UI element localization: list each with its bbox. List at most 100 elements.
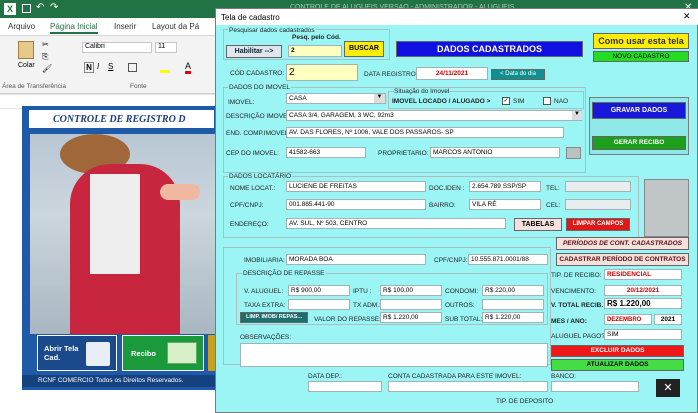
tab-arquivo[interactable]: Arquivo: [8, 22, 35, 31]
header-title: DADOS CADASTRADOS: [396, 41, 583, 57]
imovel-dropdown-icon[interactable]: ▼: [374, 94, 385, 103]
cpf-input[interactable]: 001.885.441-90: [286, 199, 426, 210]
venc-input[interactable]: 20/12/2021: [604, 285, 682, 296]
date-input[interactable]: 24/11/2021: [416, 67, 488, 80]
tipo-dep-label: TIP. DE DEPOSITO: [496, 398, 554, 405]
tables-button[interactable]: TABELAS: [514, 218, 562, 231]
new-record-button[interactable]: NOVO CADASTRO: [593, 51, 689, 62]
enable-button[interactable]: Habilitar -->: [226, 45, 282, 58]
open-form-tile[interactable]: Abrir Tela Cad.: [37, 335, 117, 371]
obs-label: OBSERVAÇÕES:: [240, 334, 292, 341]
ribbon: Colar ✂ ⎘ 🖌 Área de Transferência Calibr…: [0, 36, 215, 94]
end-label: END. COMP.IMOVEL:: [226, 130, 291, 137]
close-form-button[interactable]: ✕: [656, 379, 680, 397]
save-icon[interactable]: [22, 4, 31, 13]
search-code-input[interactable]: 2: [288, 45, 342, 57]
total-input[interactable]: R$ 1.220,00: [604, 298, 682, 309]
bold-button[interactable]: N: [84, 62, 94, 73]
update-button[interactable]: ATUALIZAR DADOS: [551, 359, 684, 371]
prop-input[interactable]: MARCOS ANTONIO: [430, 147, 560, 158]
copy-icon[interactable]: ⎘: [42, 52, 48, 62]
periodos-button[interactable]: PERÍODOS DE CONT. CADASTRADOS: [556, 237, 689, 250]
undo-icon[interactable]: ↶: [36, 2, 44, 13]
obs-textarea[interactable]: [240, 343, 548, 367]
banco-select[interactable]: [551, 381, 639, 392]
data-dep-input[interactable]: [308, 381, 382, 392]
sim-checkbox[interactable]: ✓: [502, 97, 510, 105]
taxa-extra-input[interactable]: [288, 299, 350, 310]
cel-input[interactable]: [565, 199, 631, 210]
cut-icon[interactable]: ✂: [42, 40, 49, 49]
ano-select[interactable]: 2021: [654, 314, 682, 325]
desc-select[interactable]: CASA 3/4, GARAGEM, 3 WC, 92m3: [286, 110, 582, 121]
imovel-select[interactable]: CASA: [286, 93, 386, 104]
limp-imob-button[interactable]: LIMP. IMOB/ REPAS...: [240, 312, 308, 323]
imobiliaria-input[interactable]: MORADA BOA: [286, 254, 426, 265]
font-color-icon[interactable]: A: [185, 61, 192, 74]
clipboard-group-label: Área de Transferência: [2, 83, 66, 90]
bairro-input[interactable]: VILA RÉ: [469, 199, 541, 210]
end-loc-input[interactable]: AV. SUL, Nº 503, CENTRO: [286, 218, 506, 229]
font-name-select[interactable]: Calibri: [82, 42, 152, 53]
form-card-icon: [86, 342, 110, 366]
borders-icon[interactable]: [128, 63, 137, 72]
howto-button[interactable]: Como usar esta tela: [593, 33, 689, 49]
open-form-label: Abrir Tela Cad.: [44, 344, 79, 362]
mes-label: MES / ANO:: [551, 318, 587, 325]
prop-extra-box[interactable]: [566, 147, 581, 159]
fill-color-icon[interactable]: [160, 62, 170, 73]
tab-pagina-inicial[interactable]: Página Inicial: [50, 22, 98, 34]
taxa-adm-label: TX ADM.:: [353, 302, 381, 309]
bairro-label: BAIRRO:: [429, 202, 456, 209]
underline-button[interactable]: S: [108, 62, 113, 71]
pago-select[interactable]: SIM: [604, 329, 682, 340]
nome-input[interactable]: LUCIENE DE FREITAS: [286, 181, 426, 192]
dialog-close-icon[interactable]: ✕: [683, 11, 691, 22]
format-painter-icon[interactable]: 🖌: [42, 64, 52, 73]
paste-icon[interactable]: [18, 41, 34, 59]
outros-input[interactable]: [482, 299, 544, 310]
tab-inserir[interactable]: Inserir: [114, 22, 136, 31]
redo-icon[interactable]: ↷: [50, 2, 58, 13]
search-button[interactable]: BUSCAR: [344, 41, 384, 57]
iptu-label: IPTU :: [353, 288, 372, 295]
condo-label: CONDOMI:: [445, 288, 479, 295]
tab-layout[interactable]: Layout da Pá: [152, 22, 199, 31]
font-size-select[interactable]: 11: [155, 42, 177, 53]
cod-input[interactable]: 2: [286, 64, 358, 81]
search-legend: Pesquisar dados cadastrados: [228, 27, 316, 34]
valor-label: VALOR DO REPASSE:: [314, 316, 381, 323]
today-button[interactable]: < Data do dia: [491, 69, 545, 80]
save-button[interactable]: GRAVAR DADOS: [592, 102, 686, 119]
delete-button[interactable]: EXCLUIR DADOS: [551, 345, 684, 357]
nao-checkbox[interactable]: [543, 97, 551, 105]
dialog-title: Tela de cadastro: [221, 13, 280, 22]
italic-button[interactable]: I: [97, 62, 99, 71]
iptu-input[interactable]: R$ 100,00: [380, 285, 442, 296]
subtotal-input[interactable]: R$ 1.220,00: [482, 312, 544, 323]
taxa-adm-input[interactable]: [380, 299, 442, 310]
cpf-imob-input[interactable]: 10.555.871.0001/88: [468, 254, 548, 265]
aluguel-input[interactable]: R$ 900,00: [288, 285, 350, 296]
tipo-recibo-select[interactable]: RESIDENCIAL: [604, 269, 682, 280]
valor-input[interactable]: R$ 1.220,00: [380, 312, 442, 323]
extra-tile[interactable]: [208, 335, 215, 371]
clear-fields-button[interactable]: LIMPAR CAMPOS: [566, 218, 630, 231]
cep-input[interactable]: 41582-663: [286, 147, 366, 158]
cad-periodo-button[interactable]: CADASTRAR PERÍODO DE CONTRATOS: [556, 253, 689, 266]
photo-box[interactable]: [644, 179, 689, 237]
receipt-tile[interactable]: Recibo: [122, 335, 204, 371]
worksheet[interactable]: CONTROLE DE REGISTRO D Abrir Tela Cad. R…: [0, 94, 215, 413]
search-by-label: Pesq. pelo Cód.: [292, 34, 341, 41]
desc-dropdown-icon[interactable]: ▼: [572, 111, 582, 120]
venc-label: VENCIMENTO:: [551, 288, 597, 295]
receipt-button[interactable]: GERAR RECIBO: [592, 136, 686, 150]
situacao-legend: Situação do Imovel: [394, 88, 450, 95]
end-input[interactable]: AV. DAS FLORES, Nº 1006, VALE DOS PASSAR…: [286, 127, 564, 138]
dashboard-banner: CONTROLE DE REGISTRO D: [28, 109, 215, 129]
doc-input[interactable]: 2.654.789 SSP/SP: [469, 181, 541, 192]
mes-select[interactable]: DEZEMBRO: [604, 314, 652, 325]
tel-input[interactable]: [565, 181, 631, 192]
conta-input[interactable]: [388, 381, 548, 392]
condo-input[interactable]: R$ 220,00: [482, 285, 544, 296]
